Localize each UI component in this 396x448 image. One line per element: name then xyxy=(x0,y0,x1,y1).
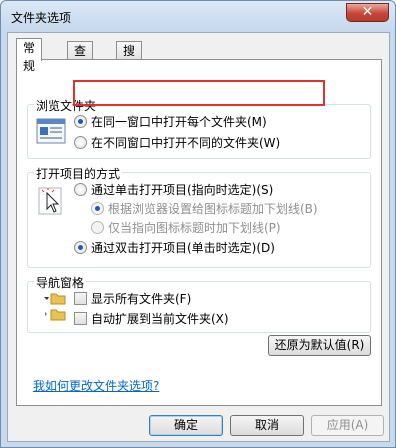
tab-view[interactable]: 查看 xyxy=(67,41,94,76)
tab-general[interactable]: 常规 xyxy=(16,38,43,73)
radio-single-click[interactable]: 通过单击打开项目(指向时选定)(S) xyxy=(74,183,273,197)
ok-button[interactable]: 确定 xyxy=(149,415,223,436)
radio-new-window-label: 在不同窗口中打开不同的文件夹(W) xyxy=(91,136,281,150)
radio-single-click-label: 通过单击打开项目(指向时选定)(S) xyxy=(91,183,274,197)
folder-tree-icon xyxy=(44,293,66,321)
radio-underline-browser: 根据浏览器设置给图标标题加下划线(B) xyxy=(91,202,318,216)
browse-folders-label: 浏览文件夹 xyxy=(34,97,99,114)
dialog-client: 常规 查看 搜索 浏览文件夹 xyxy=(7,32,390,442)
radio-single-click-circle[interactable] xyxy=(74,183,87,196)
checkbox-show-all-folders[interactable]: 显示所有文件夹(F) xyxy=(74,292,191,306)
browse-folders-group: 浏览文件夹 在同一窗口中打开每个文件夹(M) 在不同窗口中打开不同的文件夹(W) xyxy=(27,97,371,159)
navigation-pane-group: 导航窗格 显示所有文件夹(F) 自动扩展到当前文件夹(X) xyxy=(27,274,371,333)
checkbox-auto-expand[interactable]: 自动扩展到当前文件夹(X) xyxy=(74,312,229,326)
general-tab-panel: 浏览文件夹 在同一窗口中打开每个文件夹(M) 在不同窗口中打开不同的文件夹(W) xyxy=(16,59,382,406)
radio-same-window-label: 在同一窗口中打开每个文件夹(M) xyxy=(91,115,267,129)
radio-same-window[interactable]: 在同一窗口中打开每个文件夹(M) xyxy=(74,115,267,129)
radio-underline-hover: 仅当指向图标标题时加下划线(P) xyxy=(91,221,281,235)
radio-new-window[interactable]: 在不同窗口中打开不同的文件夹(W) xyxy=(74,136,280,150)
checkbox-show-all-folders-box[interactable] xyxy=(74,292,87,305)
cancel-button[interactable]: 取消 xyxy=(230,415,304,436)
tab-search[interactable]: 搜索 xyxy=(116,41,143,76)
pointer-click-icon xyxy=(38,187,62,215)
apply-button: 应用(A) xyxy=(311,415,384,436)
radio-new-window-circle[interactable] xyxy=(74,136,87,149)
window-layout-icon xyxy=(36,118,66,144)
folder-options-window: 文件夹选项 ✕ 常规 查看 搜索 浏览文件夹 xyxy=(0,0,396,448)
radio-double-click[interactable]: 通过双击打开项目(单击时选定)(D) xyxy=(74,241,275,255)
checkbox-auto-expand-box[interactable] xyxy=(74,312,87,325)
radio-same-window-circle[interactable] xyxy=(74,115,87,128)
checkbox-show-all-folders-label: 显示所有文件夹(F) xyxy=(91,292,192,306)
radio-underline-hover-circle xyxy=(91,221,104,234)
help-link[interactable]: 我如何更改文件夹选项? xyxy=(33,377,159,394)
tab-general-label: 常规 xyxy=(23,41,36,73)
checkbox-auto-expand-label: 自动扩展到当前文件夹(X) xyxy=(91,312,229,326)
close-icon: ✕ xyxy=(361,4,374,20)
title-bar[interactable]: 文件夹选项 ✕ xyxy=(1,1,395,31)
restore-defaults-button[interactable]: 还原为默认值(R) xyxy=(268,335,371,356)
navigation-pane-label: 导航窗格 xyxy=(34,274,87,291)
click-items-label: 打开项目的方式 xyxy=(34,165,123,182)
radio-underline-browser-circle xyxy=(91,202,104,215)
click-items-group: 打开项目的方式 通过单击打开项目(指向时选定)(S) 根据浏览器设置给图标标题加… xyxy=(27,165,371,268)
radio-double-click-circle[interactable] xyxy=(74,241,87,254)
window-title: 文件夹选项 xyxy=(11,11,72,25)
radio-underline-hover-label: 仅当指向图标标题时加下划线(P) xyxy=(108,221,281,235)
close-button[interactable]: ✕ xyxy=(346,3,389,22)
radio-underline-browser-label: 根据浏览器设置给图标标题加下划线(B) xyxy=(108,202,318,216)
radio-double-click-label: 通过双击打开项目(单击时选定)(D) xyxy=(91,241,275,255)
